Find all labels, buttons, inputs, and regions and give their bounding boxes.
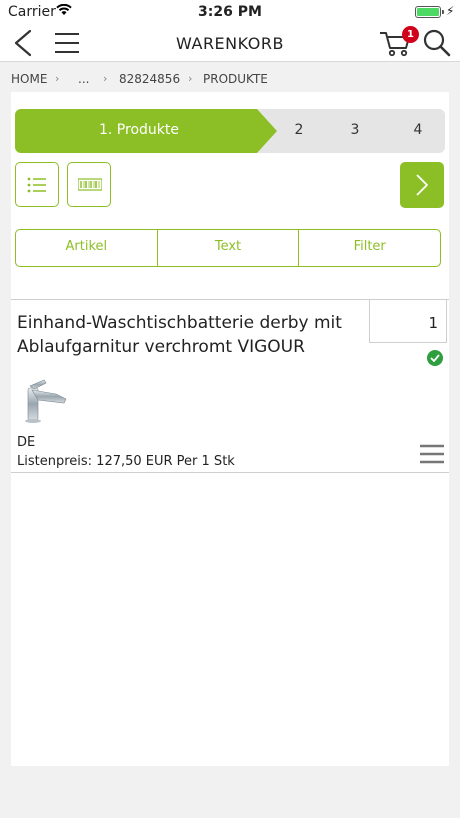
checkout-stepper: 1. Produkte 2 3 4 [15,109,445,153]
faucet-product-image [25,379,67,423]
list-icon [27,177,46,193]
list-price: Listenpreis: 127,50 EUR Per 1 Stk [17,454,235,469]
chevron-right-icon [416,174,428,196]
tab-text[interactable]: Text [158,230,300,266]
breadcrumb: HOME › ... › 82824856 › PRODUKTE [0,64,460,92]
barcode-scan-button[interactable] [67,162,111,207]
step-1-label[interactable]: 1. Produkte [15,122,263,138]
list-view-button[interactable] [15,162,59,207]
navigation-bar: WARENKORB 1 [0,24,460,62]
battery-icon [415,6,444,18]
breadcrumb-home[interactable]: HOME [11,72,47,86]
breadcrumb-separator: › [55,72,60,85]
search-icon[interactable] [422,28,452,58]
step-2[interactable]: 2 [289,122,309,138]
barcode-icon [78,178,102,191]
breadcrumb-ellipsis[interactable]: ... [78,72,89,86]
tab-artikel[interactable]: Artikel [16,230,158,266]
tab-filter[interactable]: Filter [299,230,440,266]
status-bar: Carrier 3:26 PM ⚡ [0,0,460,24]
breadcrumb-current: PRODUKTE [203,72,268,86]
breadcrumb-separator: › [188,72,193,85]
breadcrumb-separator: › [103,72,108,85]
item-menu-icon[interactable] [419,443,445,465]
quantity-input[interactable]: 1 [369,299,447,343]
clock: 3:26 PM [198,4,262,20]
cart-panel: 1. Produkte 2 3 4 Artikel Text Filter Ei… [11,92,449,766]
breadcrumb-order-number[interactable]: 82824856 [119,72,180,86]
checkmark-icon [427,350,443,366]
step-4[interactable]: 4 [408,122,428,138]
filter-tabs: Artikel Text Filter [15,229,441,267]
divider [11,472,449,473]
country-label: DE [17,435,36,450]
next-step-button[interactable] [400,162,444,208]
step-3[interactable]: 3 [345,122,365,138]
cart-count-badge: 1 [402,26,419,43]
charging-icon: ⚡ [446,4,455,18]
product-name: Einhand-Waschtischbatterie derby mit Abl… [17,313,342,357]
